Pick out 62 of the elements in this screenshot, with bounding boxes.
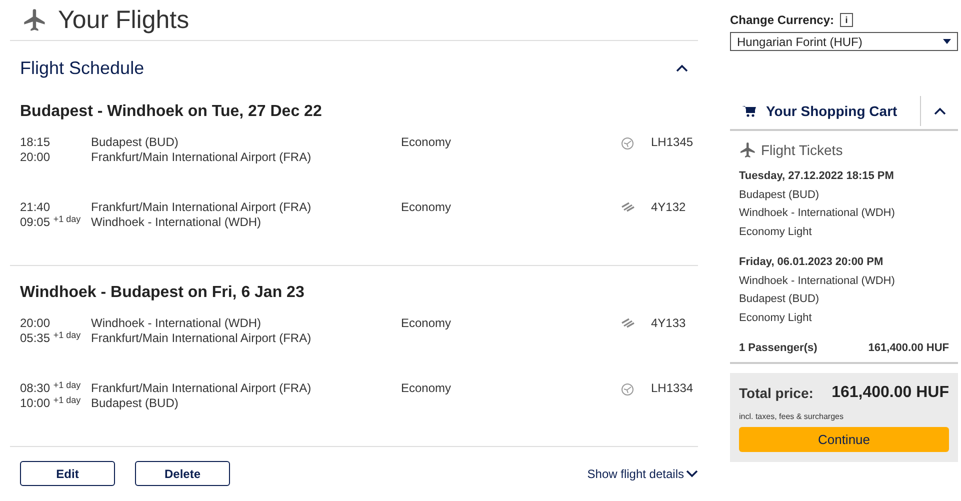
flight-number: LH1334	[651, 381, 694, 396]
origin-airport: Budapest (BUD)	[91, 135, 180, 150]
origin-airport: Frankfurt/Main International Airport (FRA)	[91, 200, 312, 215]
airplane-icon	[22, 7, 48, 33]
stripes-logo-icon	[621, 318, 635, 328]
cart-icon	[742, 105, 756, 117]
ticket-detail: Budapest (BUD)	[739, 292, 820, 308]
departure-time: 21:40	[20, 200, 52, 215]
origin-airport: Frankfurt/Main International Airport (FRA)	[91, 381, 312, 396]
flight-number: LH1345	[651, 135, 694, 150]
cart-title: Your Shopping Cart	[766, 103, 898, 119]
section-title: Flight Tickets	[761, 142, 843, 158]
chevron-up-icon	[676, 64, 688, 72]
ticket-detail: Windhoek - International (WDH)	[739, 206, 896, 222]
continue-button[interactable]: Continue	[739, 426, 949, 452]
departure-time: 08:30 $^{+1 day}$	[20, 381, 82, 396]
show-details-link[interactable]: Show flight details	[587, 466, 698, 480]
ticket-date: Friday, 06.01.2023 20:00 PM	[739, 254, 884, 270]
arrival-time: 10:00 $^{+1 day}$	[20, 396, 82, 411]
arrival-time: 05:35 $^{+1 day}$	[20, 331, 82, 346]
journey-title: Windhoek - Budapest on Fri, 6 Jan 23	[20, 284, 306, 302]
departure-time: 18:15	[20, 135, 52, 150]
destination-airport: Windhoek - International (WDH)	[91, 215, 262, 230]
dropdown-arrow-icon	[943, 39, 951, 44]
departure-time: 20:00	[20, 316, 52, 331]
total-label: Total price:	[739, 384, 814, 401]
cabin-class: Economy	[401, 381, 452, 396]
destination-airport: Frankfurt/Main International Airport (FRA)	[91, 150, 312, 165]
passenger-count: 1 Passenger(s)	[739, 342, 818, 354]
destination-airport: Budapest (BUD)	[91, 396, 180, 411]
chevron-down-icon	[686, 470, 698, 478]
ticket-date: Tuesday, 27.12.2022 18:15 PM	[739, 169, 895, 184]
edit-button[interactable]: Edit	[20, 461, 115, 486]
delete-button[interactable]: Delete	[135, 461, 230, 486]
total-price: 161,400.00 HUF	[832, 384, 949, 402]
origin-airport: Windhoek - International (WDH)	[91, 316, 262, 331]
ticket-detail: Windhoek - International (WDH)	[739, 274, 896, 289]
arrival-time: 20:00	[20, 150, 52, 165]
destination-airport: Frankfurt/Main International Airport (FRA)	[91, 331, 312, 346]
flight-number: 4Y133	[651, 316, 687, 331]
journey-title: Budapest - Windhoek on Tue, 27 Dec 22	[20, 103, 323, 121]
arrival-time: 09:05 $^{+1 day}$	[20, 215, 82, 230]
tax-note: incl. taxes, fees & surcharges	[739, 412, 844, 421]
flight-number: 4Y132	[651, 200, 687, 215]
collapse-button[interactable]	[674, 62, 690, 74]
info-button[interactable]: i	[840, 13, 854, 27]
subtotal-price: 161,400.00 HUF	[868, 342, 949, 354]
cabin-class: Economy	[401, 316, 452, 331]
airplane-icon	[739, 141, 757, 159]
stripes-logo-icon	[621, 202, 635, 212]
ticket-detail: Budapest (BUD)	[739, 188, 820, 203]
chevron-up-icon	[934, 107, 946, 115]
crane-logo-icon	[621, 137, 634, 150]
currency-label: Change Currency:	[730, 13, 834, 27]
crane-logo-icon	[621, 383, 634, 396]
section-title: Flight Schedule	[20, 58, 144, 78]
page-title: Your Flights	[58, 6, 190, 34]
ticket-detail: Economy Light	[739, 310, 813, 326]
ticket-detail: Economy Light	[739, 225, 813, 240]
cabin-class: Economy	[401, 135, 452, 150]
cabin-class: Economy	[401, 200, 452, 215]
currency-dropdown[interactable]: Hungarian Forint (HUF)	[730, 32, 958, 51]
